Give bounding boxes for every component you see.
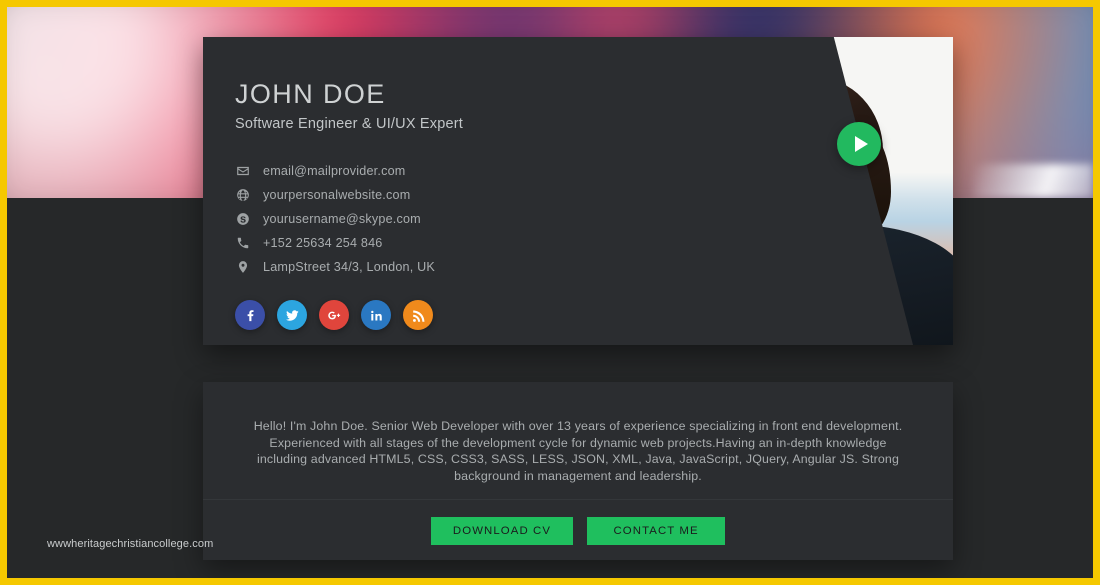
location-pin-icon bbox=[235, 259, 250, 274]
social-links bbox=[235, 300, 643, 330]
phone-icon bbox=[235, 235, 250, 250]
social-linkedin-button[interactable] bbox=[361, 300, 391, 330]
contact-me-button[interactable]: CONTACT ME bbox=[587, 517, 726, 545]
profile-info-column: JOHN DOE Software Engineer & UI/UX Exper… bbox=[203, 37, 643, 345]
watermark-text: wwwheritagechristiancollege.com bbox=[47, 538, 214, 550]
globe-icon bbox=[235, 187, 250, 202]
play-video-button[interactable] bbox=[837, 122, 881, 166]
bio-text: Hello! I'm John Doe. Senior Web Develope… bbox=[253, 419, 903, 483]
contact-item-address[interactable]: LampStreet 34/3, London, UK bbox=[235, 255, 643, 278]
social-twitter-button[interactable] bbox=[277, 300, 307, 330]
contact-skype-text: yourusername@skype.com bbox=[263, 211, 421, 226]
outer-frame: JOHN DOE Software Engineer & UI/UX Exper… bbox=[0, 0, 1100, 585]
contact-phone-text: +152 25634 254 846 bbox=[263, 235, 383, 250]
action-buttons: DOWNLOAD CV CONTACT ME bbox=[203, 517, 953, 545]
contact-item-skype[interactable]: yourusername@skype.com bbox=[235, 207, 643, 230]
download-cv-button[interactable]: DOWNLOAD CV bbox=[430, 517, 574, 545]
profile-card: JOHN DOE Software Engineer & UI/UX Exper… bbox=[203, 37, 953, 345]
divider bbox=[203, 499, 953, 500]
contact-website-text: yourpersonalwebsite.com bbox=[263, 187, 411, 202]
social-google-plus-button[interactable] bbox=[319, 300, 349, 330]
contact-email-text: email@mailprovider.com bbox=[263, 163, 406, 178]
contact-item-website[interactable]: yourpersonalwebsite.com bbox=[235, 183, 643, 206]
contact-list: email@mailprovider.com yourpersonalwebsi… bbox=[235, 159, 643, 278]
skype-icon bbox=[235, 211, 250, 226]
social-rss-button[interactable] bbox=[403, 300, 433, 330]
page-title: JOHN DOE bbox=[235, 79, 386, 109]
facebook-icon bbox=[247, 309, 253, 321]
contact-address-text: LampStreet 34/3, London, UK bbox=[263, 259, 436, 274]
play-icon bbox=[854, 136, 868, 152]
twitter-icon bbox=[285, 309, 299, 321]
profile-role: Software Engineer & UI/UX Expert bbox=[235, 116, 464, 132]
linkedin-icon bbox=[370, 310, 382, 320]
hero-light-streak bbox=[973, 164, 1093, 198]
social-facebook-button[interactable] bbox=[235, 300, 265, 330]
google-plus-icon bbox=[327, 311, 340, 319]
contact-item-email[interactable]: email@mailprovider.com bbox=[235, 159, 643, 182]
bio-card: Hello! I'm John Doe. Senior Web Develope… bbox=[203, 382, 953, 560]
envelope-icon bbox=[235, 163, 250, 178]
contact-item-phone[interactable]: +152 25634 254 846 bbox=[235, 231, 643, 254]
rss-icon bbox=[412, 310, 424, 322]
